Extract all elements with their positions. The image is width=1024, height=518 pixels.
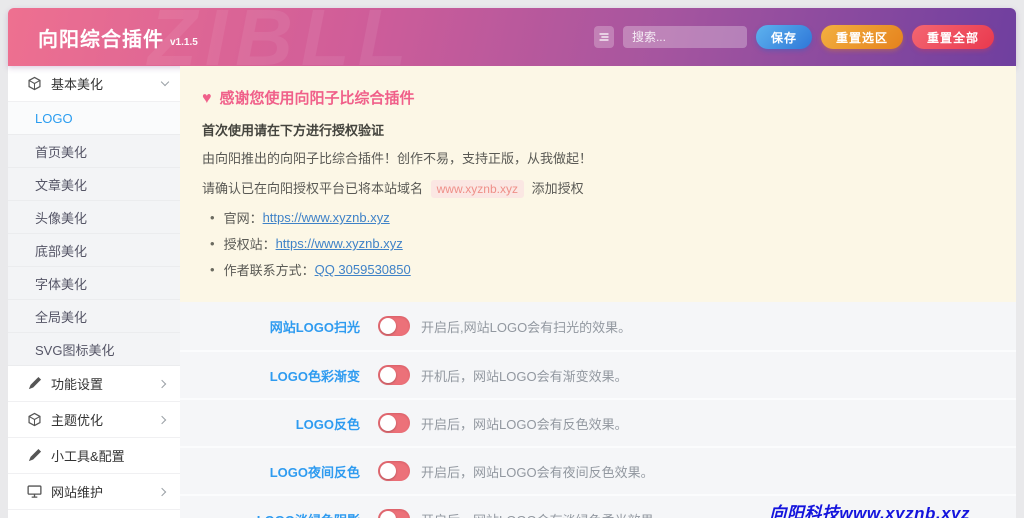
sidebar-item-home-beautify[interactable]: 首页美化	[8, 135, 180, 168]
domain-badge: www.xyznb.xyz	[430, 179, 524, 198]
toggle-knob	[380, 415, 396, 431]
setting-row-logo-invert: LOGO反色 开启后，网站LOGO会有反色效果。	[180, 398, 1016, 446]
sidebar-group-basic-beautify[interactable]: 基本美化	[8, 66, 180, 102]
sidebar-item-label: 头像美化	[35, 210, 88, 226]
setting-description: 开启后，网站LOGO会有淡绿色柔光效果。	[421, 510, 667, 518]
monitor-icon	[27, 484, 42, 499]
sidebar-item-label: 首页美化	[35, 144, 88, 160]
reset-all-button[interactable]: 重置全部	[911, 25, 994, 49]
content-panel: ♥ 感谢您使用向阳子比综合插件 首次使用请在下方进行授权验证 由向阳推出的向阳子比…	[180, 66, 1016, 518]
notice-line2-suffix: 添加授权	[531, 180, 584, 196]
sidebar-group-label: 功能设置	[51, 377, 104, 392]
brush-icon	[27, 376, 42, 391]
sidebar-item-global-beautify[interactable]: 全局美化	[8, 300, 180, 333]
setting-label: LOGO反色	[295, 416, 360, 432]
chevron-right-icon	[157, 379, 167, 388]
header-controls: 保存 重置选区 重置全部	[593, 25, 994, 49]
sidebar-item-svg-icon-beautify[interactable]: SVG图标美化	[8, 333, 180, 366]
cube-icon	[27, 76, 42, 91]
setting-label: LOGO淡绿色阴影	[180, 510, 360, 518]
toggle-knob	[380, 463, 396, 479]
setting-label: 网站LOGO扫光	[269, 319, 360, 335]
sidebar-group-tools-config[interactable]: 小工具&配置	[8, 438, 180, 474]
sidebar-item-font-beautify[interactable]: 字体美化	[8, 267, 180, 300]
toggle-knob	[380, 367, 396, 383]
sidebar-item-label: SVG图标美化	[35, 342, 115, 358]
notice-line2-prefix: 请确认已在向阳授权平台已将本站域名	[202, 180, 424, 196]
license-site-link[interactable]: https://www.xyznb.xyz	[276, 236, 403, 251]
link-label: 作者联系方式：	[223, 263, 315, 278]
sidebar-group-label: 网站维护	[51, 485, 104, 500]
authorization-notice: ♥ 感谢您使用向阳子比综合插件 首次使用请在下方进行授权验证 由向阳推出的向阳子比…	[180, 66, 1016, 302]
setting-row-logo-night-invert: LOGO夜间反色 开启后，网站LOGO会有夜间反色效果。	[180, 446, 1016, 494]
sidebar-item-avatar-beautify[interactable]: 头像美化	[8, 201, 180, 234]
chevron-right-icon	[157, 415, 167, 424]
sidebar-item-label: LOGO	[35, 110, 73, 126]
notice-line2: 请确认已在向阳授权平台已将本站域名 www.xyznb.xyz 添加授权	[202, 179, 994, 199]
chevron-down-icon	[160, 77, 170, 87]
setting-row-logo-gradient: LOGO色彩渐变 开机后，网站LOGO会有渐变效果。	[180, 350, 1016, 398]
notice-link-list: 官网： https://www.xyznb.xyz 授权站： https://w…	[210, 208, 994, 279]
toggle-switch[interactable]	[378, 461, 410, 481]
sidebar-group-label: 小工具&配置	[51, 449, 125, 464]
version-badge: v1.1.5	[170, 36, 198, 48]
sidebar-item-label: 文章美化	[35, 177, 88, 193]
main-area: 基本美化 LOGO 首页美化 文章美化 头像美化 底部美化 字体美化 全局美化 …	[8, 66, 1016, 518]
notice-line1: 由向阳推出的向阳子比综合插件！创作不易，支持正版，从我做起！	[202, 151, 593, 166]
link-label: 官网：	[223, 211, 263, 226]
setting-description: 开启后,网站LOGO会有扫光的效果。	[421, 319, 632, 335]
cube-icon	[27, 412, 42, 427]
save-button[interactable]: 保存	[755, 25, 812, 49]
list-item: 作者联系方式： QQ 3059530850	[210, 260, 994, 279]
header-bar: ZIBLL 向阳综合插件 v1.1.5 保存 重置选区 重置全部	[8, 8, 1016, 66]
setting-row-logo-sweep: 网站LOGO扫光 开启后,网站LOGO会有扫光的效果。	[180, 302, 1016, 350]
reset-section-button[interactable]: 重置选区	[820, 25, 903, 49]
list-item: 官网： https://www.xyznb.xyz	[210, 208, 994, 227]
toggle-switch[interactable]	[378, 316, 410, 336]
notice-title: ♥ 感谢您使用向阳子比综合插件	[202, 87, 994, 108]
menu-icon[interactable]	[593, 26, 614, 48]
sidebar-item-article-beautify[interactable]: 文章美化	[8, 168, 180, 201]
toggle-knob	[380, 318, 396, 334]
sidebar: 基本美化 LOGO 首页美化 文章美化 头像美化 底部美化 字体美化 全局美化 …	[8, 66, 180, 518]
setting-description: 开启后，网站LOGO会有反色效果。	[421, 416, 628, 432]
setting-description: 开启后，网站LOGO会有夜间反色效果。	[421, 464, 654, 480]
official-site-link[interactable]: https://www.xyznb.xyz	[263, 210, 390, 225]
sidebar-item-logo[interactable]: LOGO	[8, 102, 180, 135]
list-item: 授权站： https://www.xyznb.xyz	[210, 234, 994, 253]
brush-icon	[27, 448, 42, 463]
heart-icon: ♥	[202, 90, 212, 107]
page-title: 向阳综合插件	[38, 28, 164, 51]
toggle-switch[interactable]	[378, 413, 410, 433]
search-input[interactable]	[622, 26, 747, 48]
link-label: 授权站：	[223, 237, 276, 252]
setting-label: LOGO夜间反色	[269, 464, 360, 480]
toggle-switch[interactable]	[378, 365, 410, 385]
author-contact-link[interactable]: QQ 3059530850	[315, 262, 411, 277]
sidebar-group-function-settings[interactable]: 功能设置	[8, 366, 180, 402]
toggle-switch[interactable]	[378, 509, 410, 518]
site-watermark: 向阳科技www.xyznb.xyz	[769, 504, 970, 518]
sidebar-item-footer-beautify[interactable]: 底部美化	[8, 234, 180, 267]
chevron-right-icon	[157, 487, 167, 496]
sidebar-group-theme-optimize[interactable]: 主题优化	[8, 402, 180, 438]
sidebar-group-label: 基本美化	[51, 77, 104, 92]
page: ZIBLL 向阳综合插件 v1.1.5 保存 重置选区 重置全部 基本美化 LO…	[8, 8, 1016, 518]
setting-label: LOGO色彩渐变	[269, 368, 360, 384]
sidebar-group-site-maintenance[interactable]: 网站维护	[8, 474, 180, 510]
sidebar-group-label: 主题优化	[51, 413, 104, 428]
toggle-knob	[380, 511, 396, 518]
notice-title-text: 感谢您使用向阳子比综合插件	[219, 90, 415, 107]
sidebar-item-label: 底部美化	[35, 243, 88, 259]
setting-description: 开机后，网站LOGO会有渐变效果。	[421, 368, 628, 384]
sidebar-item-label: 全局美化	[35, 309, 88, 325]
sidebar-item-label: 字体美化	[35, 276, 88, 292]
notice-subtitle: 首次使用请在下方进行授权验证	[202, 123, 385, 138]
